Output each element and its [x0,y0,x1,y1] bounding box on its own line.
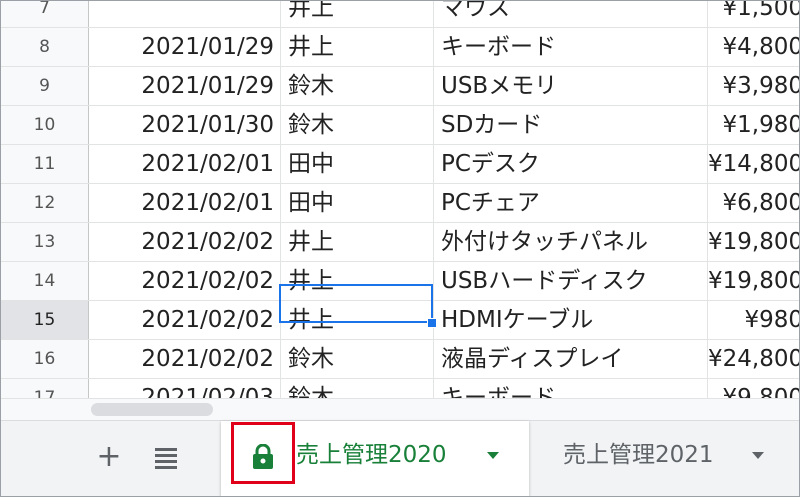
name-cell[interactable]: 鈴木 [281,340,434,378]
tab-label-sales-2020[interactable]: 売上管理2020 [296,440,447,470]
row-header[interactable]: 8 [1,28,89,66]
date-cell[interactable]: 2021/02/01 [89,184,281,222]
date-cell[interactable]: 2021/02/02 [89,223,281,261]
price-cell[interactable]: ¥14,800 [708,145,799,183]
item-cell[interactable]: 液晶ディスプレイ [434,340,708,378]
sheet-grid: 7 井上 マウス ¥1,500 8 2021/01/29 井上 キーボード ¥4,800 9 202… [1,1,799,418]
item-cell[interactable]: 外付けタッチパネル [434,223,708,261]
table-row: 9 2021/01/29 鈴木 USBメモリ ¥3,980 [1,67,799,106]
row-header[interactable]: 12 [1,184,89,222]
name-cell[interactable]: 鈴木 [281,106,434,144]
tab-label-sales-2021[interactable]: 売上管理2021 [563,440,714,470]
name-cell[interactable]: 田中 [281,184,434,222]
price-cell[interactable]: ¥4,800 [708,28,799,66]
fill-handle[interactable] [427,318,437,328]
table-row: 7 井上 マウス ¥1,500 [1,1,799,28]
table-row: 16 2021/02/02 鈴木 液晶ディスプレイ ¥24,800 [1,340,799,379]
item-cell[interactable]: HDMIケーブル [434,301,708,339]
row-header[interactable]: 11 [1,145,89,183]
item-cell[interactable]: キーボード [434,28,708,66]
name-cell[interactable]: 田中 [281,145,434,183]
scrollbar-thumb[interactable] [91,403,213,416]
highlight-box [231,422,295,484]
date-cell[interactable]: 2021/02/02 [89,301,281,339]
row-header[interactable]: 16 [1,340,89,378]
price-cell[interactable]: ¥1,500 [708,1,799,27]
row-header[interactable]: 7 [1,1,89,27]
row-header[interactable]: 10 [1,106,89,144]
name-cell[interactable]: 井上 [281,28,434,66]
price-cell[interactable]: ¥24,800 [708,340,799,378]
date-cell[interactable] [89,1,281,27]
item-cell[interactable]: SDカード [434,106,708,144]
date-cell[interactable]: 2021/01/29 [89,67,281,105]
table-row: 10 2021/01/30 鈴木 SDカード ¥1,980 [1,106,799,145]
price-cell[interactable]: ¥980 [708,301,799,339]
date-cell[interactable]: 2021/01/30 [89,106,281,144]
date-cell[interactable]: 2021/02/02 [89,340,281,378]
add-sheet-button[interactable]: + [95,442,123,472]
price-cell[interactable]: ¥3,980 [708,67,799,105]
row-header[interactable]: 13 [1,223,89,261]
item-cell[interactable]: マウス [434,1,708,27]
active-cell-selection[interactable] [279,284,433,323]
date-cell[interactable]: 2021/02/01 [89,145,281,183]
item-cell[interactable]: USBハードディスク [434,262,708,300]
row-header[interactable]: 14 [1,262,89,300]
table-row: 12 2021/02/01 田中 PCチェア ¥6,800 [1,184,799,223]
name-cell[interactable]: 鈴木 [281,67,434,105]
price-cell[interactable]: ¥1,980 [708,106,799,144]
table-row: 11 2021/02/01 田中 PCデスク ¥14,800 [1,145,799,184]
name-cell[interactable]: 井上 [281,1,434,27]
date-cell[interactable]: 2021/01/29 [89,28,281,66]
row-header[interactable]: 9 [1,67,89,105]
item-cell[interactable]: PCデスク [434,145,708,183]
chevron-down-icon[interactable] [487,452,499,459]
item-cell[interactable]: USBメモリ [434,67,708,105]
chevron-down-icon[interactable] [752,452,764,459]
horizontal-scrollbar[interactable] [1,398,799,421]
row-header[interactable]: 15 [1,301,89,339]
name-cell[interactable]: 井上 [281,223,434,261]
price-cell[interactable]: ¥19,800 [708,223,799,261]
price-cell[interactable]: ¥19,800 [708,262,799,300]
all-sheets-button[interactable] [155,448,179,469]
table-row: 8 2021/01/29 井上 キーボード ¥4,800 [1,28,799,67]
price-cell[interactable]: ¥6,800 [708,184,799,222]
table-row: 13 2021/02/02 井上 外付けタッチパネル ¥19,800 [1,223,799,262]
item-cell[interactable]: PCチェア [434,184,708,222]
date-cell[interactable]: 2021/02/02 [89,262,281,300]
